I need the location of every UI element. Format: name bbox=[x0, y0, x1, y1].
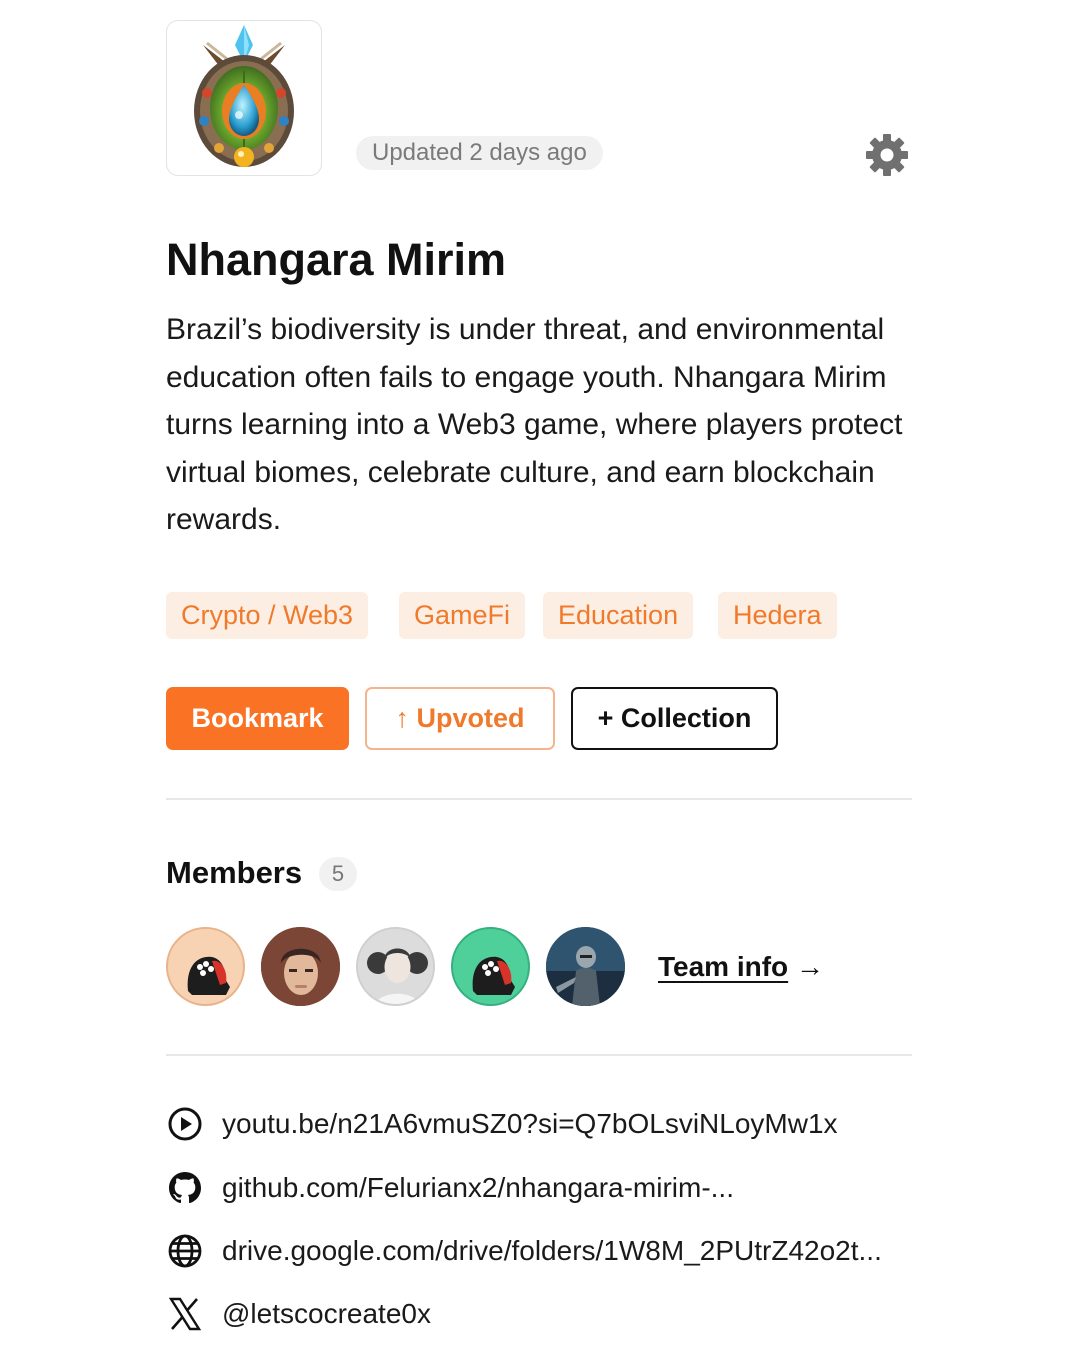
link-website[interactable]: drive.google.com/drive/folders/1W8M_2PUt… bbox=[166, 1231, 882, 1271]
tag-education[interactable]: Education bbox=[543, 592, 694, 639]
project-emblem-icon bbox=[194, 25, 294, 167]
link-x-profile[interactable]: @letscocreate0x bbox=[166, 1294, 431, 1334]
team-info-label: Team info bbox=[658, 951, 789, 982]
link-text: youtu.be/n21A6vmuSZ0?si=Q7bOLsviNLoyMw1x bbox=[222, 1108, 838, 1139]
updated-badge: Updated 2 days ago bbox=[356, 136, 603, 170]
members-count-badge: 5 bbox=[319, 857, 357, 891]
project-title: Nhangara Mirim bbox=[166, 234, 507, 285]
tag-hedera[interactable]: Hedera bbox=[718, 592, 837, 639]
avatar[interactable] bbox=[356, 927, 435, 1006]
link-text: @letscocreate0x bbox=[222, 1298, 431, 1329]
members-heading: Members bbox=[166, 855, 303, 890]
github-icon bbox=[169, 1172, 201, 1204]
bookmark-button[interactable]: Bookmark bbox=[166, 687, 349, 750]
play-circle-icon bbox=[168, 1107, 202, 1141]
link-github[interactable]: github.com/Felurianx2/nhangara-mirim-... bbox=[166, 1168, 734, 1208]
avatar[interactable] bbox=[546, 927, 625, 1006]
divider bbox=[166, 1054, 912, 1056]
tag-crypto-web3[interactable]: Crypto / Web3 bbox=[166, 592, 369, 639]
divider bbox=[166, 798, 912, 800]
avatar[interactable] bbox=[451, 927, 530, 1006]
x-icon bbox=[168, 1297, 202, 1331]
project-logo bbox=[166, 20, 322, 176]
link-text: github.com/Felurianx2/nhangara-mirim-... bbox=[222, 1172, 734, 1203]
avatar[interactable] bbox=[261, 927, 340, 1006]
upvote-button[interactable]: ↑ Upvoted bbox=[365, 687, 555, 750]
link-youtube[interactable]: youtu.be/n21A6vmuSZ0?si=Q7bOLsviNLoyMw1x bbox=[166, 1104, 838, 1144]
team-info-link[interactable]: Team info → bbox=[658, 947, 824, 987]
avatar[interactable] bbox=[166, 927, 245, 1006]
add-to-collection-button[interactable]: + Collection bbox=[571, 687, 778, 750]
arrow-right-icon: → bbox=[795, 951, 824, 982]
globe-icon bbox=[168, 1234, 202, 1268]
link-text: drive.google.com/drive/folders/1W8M_2PUt… bbox=[222, 1235, 882, 1266]
project-description: Brazil’s biodiversity is under threat, a… bbox=[166, 313, 903, 536]
gear-icon[interactable] bbox=[864, 132, 910, 178]
tag-gamefi[interactable]: GameFi bbox=[399, 592, 526, 639]
